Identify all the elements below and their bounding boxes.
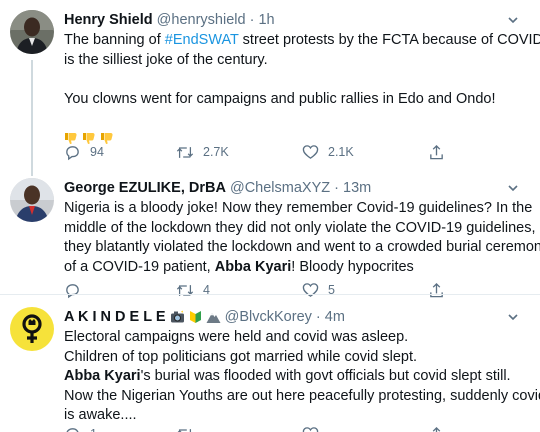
reply-icon [66,427,79,432]
display-name[interactable]: George EZULIKE, DrBA [64,180,226,196]
separator-dot: · [315,309,321,325]
chevron-down-icon[interactable] [506,310,520,324]
text-segment: The banning of [64,32,165,48]
thread-line [31,170,33,176]
separator-dot: · [334,180,339,196]
share-button[interactable] [428,142,445,162]
text-line: Now the Nigerian Youths are out here pea… [64,387,540,404]
handle[interactable]: @ChelsmaXYZ [230,180,330,196]
timestamp[interactable]: 1h [258,12,274,28]
tweet-akindele[interactable]: A K I N D E L E @BlvckKorey · 4m Elector… [0,295,540,432]
timestamp[interactable]: 4m [325,309,345,325]
tweet-george-ezulike[interactable]: George EZULIKE, DrBA @ChelsmaXYZ · 13m N… [0,170,540,298]
heart-icon [302,427,319,432]
tweet-text: Nigeria is a bloody joke! Now they remem… [64,199,540,277]
display-name[interactable]: A K I N D E L E [64,309,166,325]
tweet-header: Henry Shield @henryshield · 1h [64,10,520,30]
text-line: Nigeria is a bloody joke! Now they remem… [64,200,533,216]
beginner-badge-icon [189,310,202,330]
mountain-icon [206,310,221,330]
chevron-down-icon[interactable] [506,13,520,27]
tweet-header: A K I N D E L E @BlvckKorey · 4m [64,307,520,327]
hashtag-link[interactable]: #EndSWAT [165,32,239,48]
reply-count: 94 [90,145,104,159]
text-line: You clowns went for campaigns and public… [64,90,496,107]
heart-icon [302,145,319,159]
like-button[interactable] [302,424,328,432]
text-line: middle of the lockdown they did not only… [64,219,536,236]
text-line: they blatantly violated the lockdown and… [64,239,540,256]
reply-button[interactable]: 94 [64,142,104,162]
like-button[interactable]: 2.1K [302,142,354,162]
retweet-icon [177,428,192,432]
like-count: 2.1K [328,145,354,159]
avatar[interactable] [10,307,54,351]
avatar[interactable] [10,10,54,54]
timestamp[interactable]: 13m [343,180,371,196]
thread-line [31,60,33,170]
text-line: is the silliest joke of the century. [64,51,268,68]
display-name[interactable]: Henry Shield [64,12,153,28]
text-segment: of a COVID-19 patient, [64,258,215,275]
tweet-header: George EZULIKE, DrBA @ChelsmaXYZ · 13m [64,178,520,198]
text-line: Electoral campaigns were held and covid … [64,329,409,345]
handle[interactable]: @BlvckKorey [225,309,312,325]
share-icon [432,426,441,432]
reply-count: 1 [90,424,97,432]
reply-icon [66,145,79,160]
bold-name: Abba Kyari [64,368,141,385]
text-segment: ! Bloody hypocrites [291,258,414,275]
reply-button[interactable]: 1 [64,424,97,432]
retweet-count: 2.7K [203,145,229,159]
chevron-down-icon[interactable] [506,181,520,195]
text-line: Children of top politicians got married … [64,348,418,365]
text-segment: street protests by the FCTA because of C… [238,32,540,48]
tweet-actions: 94 2.7K 2.1K [64,142,464,162]
handle[interactable]: @henryshield [157,12,246,28]
retweet-button[interactable]: 2.7K [176,142,229,162]
avatar[interactable] [10,178,54,222]
tweet-henry-shield[interactable]: Henry Shield @henryshield · 1h The banni… [0,0,540,170]
text-segment: 's burial was flooded with govt official… [140,368,511,385]
tweet-actions: 1 [64,424,464,432]
camera-flash-icon [170,310,185,330]
bold-name: Abba Kyari [214,258,292,275]
retweet-icon [176,146,194,158]
separator-dot: · [249,12,255,28]
retweet-button[interactable] [176,424,203,432]
tweet-text: Electoral campaigns were held and covid … [64,328,540,426]
tweet-text: The banning of #EndSWAT street protests … [64,31,540,149]
share-button[interactable] [428,424,445,432]
share-icon [430,144,443,159]
